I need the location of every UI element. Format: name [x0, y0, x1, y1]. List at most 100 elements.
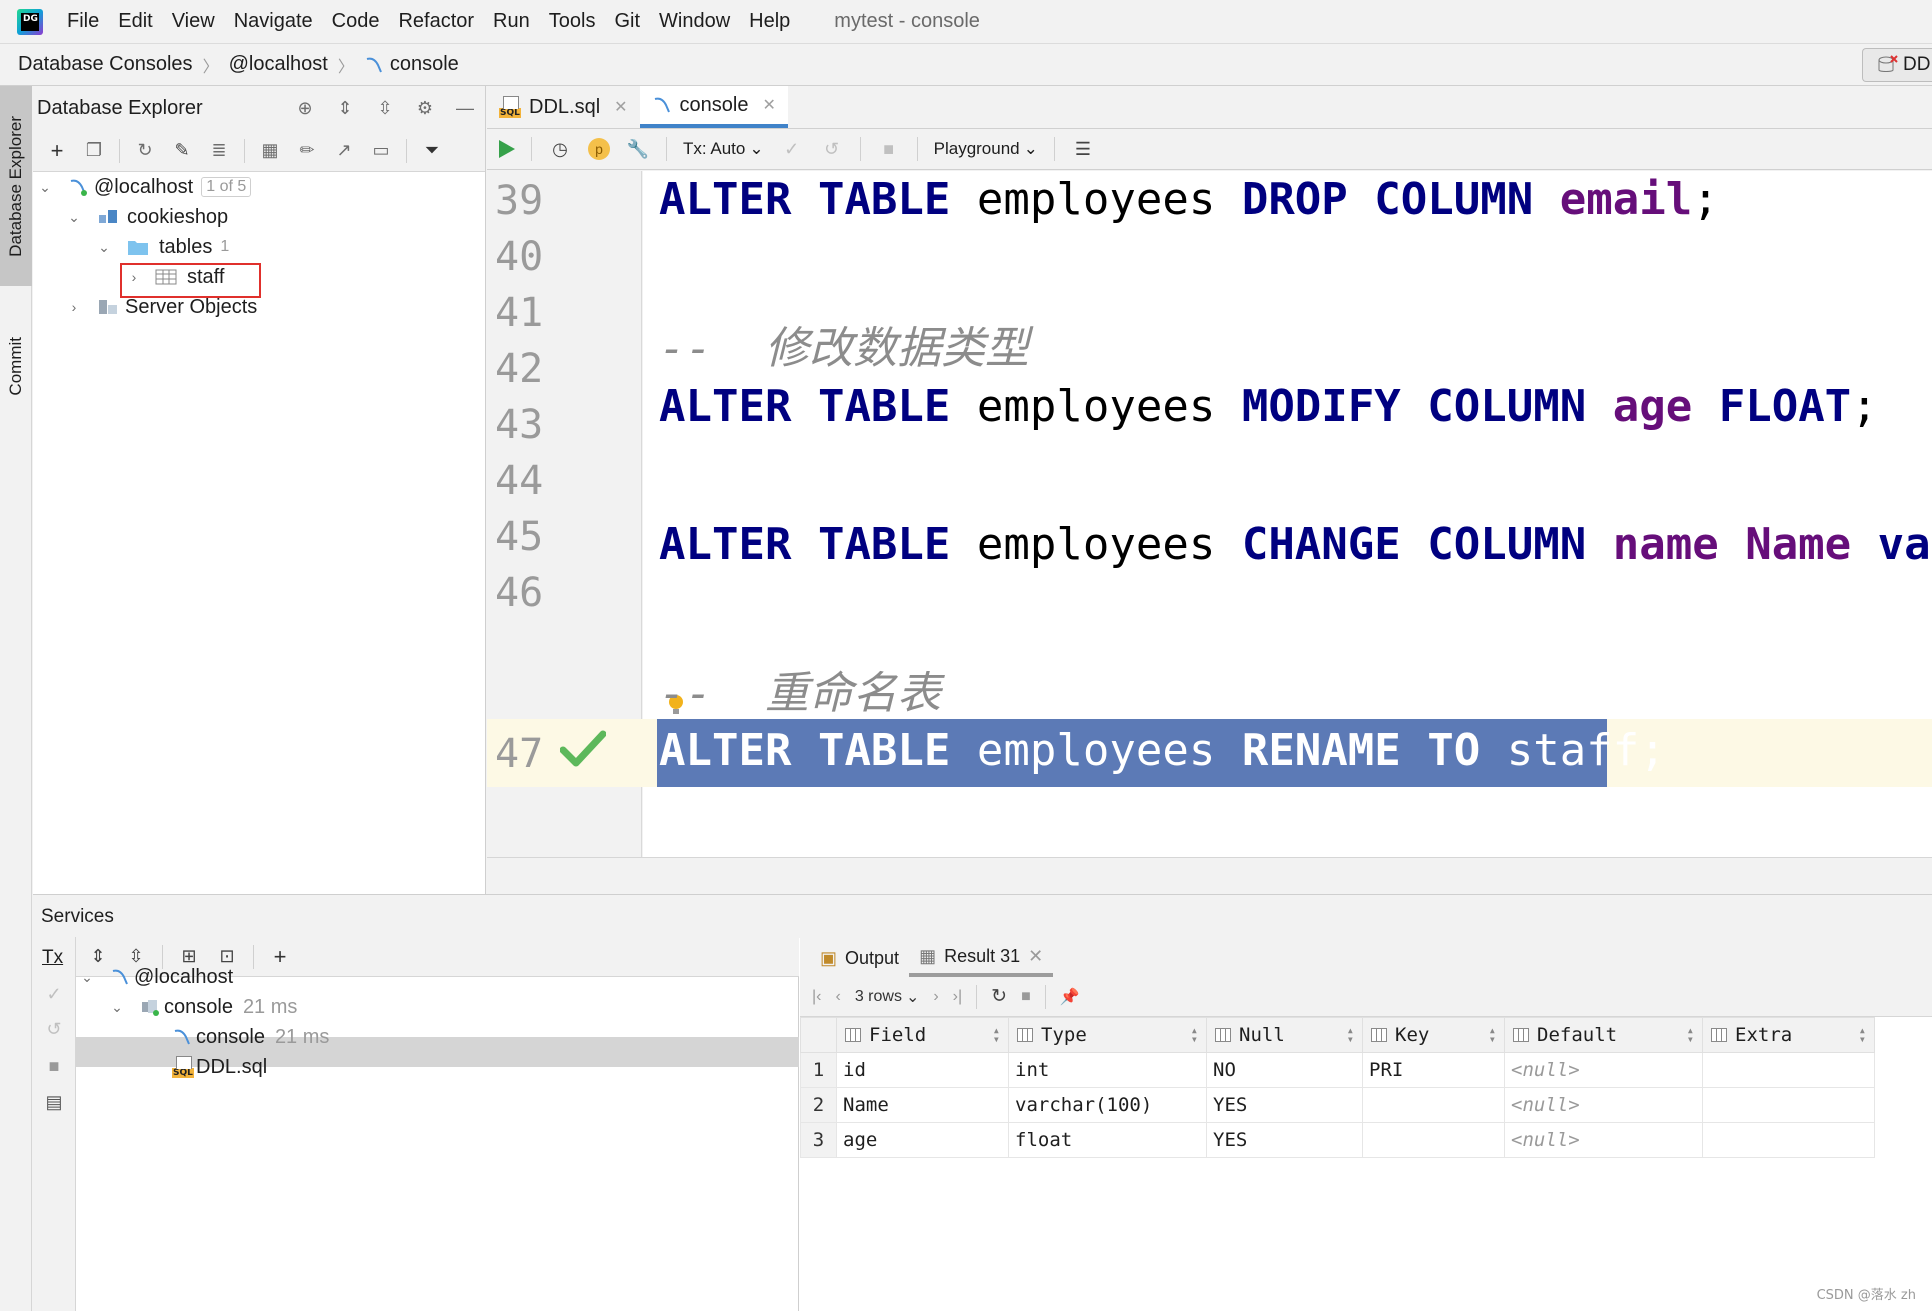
sort-icon[interactable]: ▴ ▾ [1347, 1024, 1354, 1045]
stop-icon[interactable]: ■ [1021, 988, 1031, 1006]
expand-all-icon[interactable]: ⇕ [333, 96, 357, 120]
stop-icon[interactable]: ■ [877, 137, 901, 161]
table-cell[interactable]: float [1008, 1122, 1207, 1158]
column-header-null[interactable]: Null ▴ ▾ [1206, 1017, 1363, 1053]
refresh-icon[interactable]: ↻ [991, 985, 1007, 1008]
sort-icon[interactable]: ▴ ▾ [1859, 1024, 1866, 1045]
service-node-localhost[interactable]: ⌄ @localhost [80, 962, 233, 992]
sort-icon[interactable]: ▴ ▾ [1191, 1024, 1198, 1045]
row-count-dropdown[interactable]: 3 rows ⌄ [855, 987, 920, 1007]
close-icon[interactable]: ✕ [614, 97, 627, 117]
previous-page-icon[interactable]: ‹ [835, 988, 840, 1006]
sort-icon[interactable]: ▴ ▾ [1687, 1024, 1694, 1045]
close-icon[interactable]: ✕ [762, 95, 775, 115]
copy-icon[interactable]: ❐ [82, 139, 106, 163]
ddl-data-source-button[interactable]: DD [1862, 48, 1932, 82]
menu-edit[interactable]: Edit [118, 10, 152, 33]
menu-git[interactable]: Git [614, 10, 640, 33]
table-cell[interactable]: Name [836, 1087, 1009, 1123]
column-header-key[interactable]: Key ▴ ▾ [1362, 1017, 1505, 1053]
tool-tab-database-explorer[interactable]: Database Explorer [0, 86, 32, 286]
column-header-extra[interactable]: Extra ▴ ▾ [1702, 1017, 1875, 1053]
tree-node-tables[interactable]: ⌄ tables 1 [97, 232, 229, 262]
service-node-console[interactable]: console 21 ms [172, 1022, 329, 1052]
column-header-type[interactable]: Type ▴ ▾ [1008, 1017, 1207, 1053]
close-icon[interactable]: ✕ [1028, 946, 1043, 967]
table-row[interactable]: 3 age float YES <null> [800, 1122, 1875, 1158]
history-clock-icon[interactable]: ◷ [548, 137, 572, 161]
breadcrumb-database-consoles[interactable]: Database Consoles [18, 53, 193, 76]
layout-icon[interactable]: ▤ [42, 1090, 66, 1114]
tx-label[interactable]: Tx [42, 947, 63, 969]
rollback-icon[interactable]: ↺ [820, 137, 844, 161]
pin-icon[interactable]: 📌 [1060, 987, 1080, 1007]
menu-help[interactable]: Help [749, 10, 790, 33]
minimize-icon[interactable]: — [453, 96, 477, 120]
commit-check-icon[interactable]: ✓ [780, 137, 804, 161]
table-cell[interactable]: varchar(100) [1008, 1087, 1207, 1123]
add-icon[interactable]: + [268, 944, 292, 969]
tree-node-cookieshop[interactable]: ⌄ cookieshop [67, 202, 228, 232]
database-stack-icon[interactable]: ≣ [207, 139, 231, 163]
table-cell[interactable]: <null> [1504, 1087, 1703, 1123]
tab-ddl-sql[interactable]: DDL.sql ✕ [487, 86, 640, 128]
collapse-all-icon[interactable]: ⇳ [373, 96, 397, 120]
editor-horizontal-scrollbar[interactable] [487, 857, 1932, 894]
table-cell[interactable] [1702, 1122, 1875, 1158]
table-cell[interactable]: YES [1206, 1087, 1363, 1123]
menu-view[interactable]: View [172, 10, 215, 33]
schema-edit-icon[interactable]: ✎ [170, 139, 194, 163]
transaction-mode-dropdown[interactable]: Tx: Auto ⌄ [683, 139, 764, 159]
table-cell[interactable] [1362, 1087, 1505, 1123]
service-node-session[interactable]: ⌄ console 21 ms [110, 992, 297, 1022]
tool-tab-commit[interactable]: Commit [0, 296, 32, 436]
menu-run[interactable]: Run [493, 10, 530, 33]
tree-node-server-objects[interactable]: › Server Objects [67, 292, 258, 322]
table-row[interactable]: 1 id int NO PRI <null> [800, 1052, 1875, 1088]
table-row[interactable]: 2 Name varchar(100) YES <null> [800, 1087, 1875, 1123]
stop-icon[interactable]: ■ [42, 1054, 66, 1078]
locate-icon[interactable]: ⊕ [293, 96, 317, 120]
jump-icon[interactable]: ↗ [332, 139, 356, 163]
gear-icon[interactable]: ⚙ [413, 96, 437, 120]
add-icon[interactable]: + [45, 138, 69, 163]
first-page-icon[interactable]: |‹ [812, 988, 821, 1006]
rollback-icon[interactable]: ↺ [42, 1017, 66, 1041]
table-cell[interactable]: <null> [1504, 1122, 1703, 1158]
query-console-icon[interactable]: ▭ [369, 139, 393, 163]
menu-code[interactable]: Code [332, 10, 380, 33]
breadcrumb-console[interactable]: console [390, 53, 459, 76]
wrench-icon[interactable]: 🔧 [626, 137, 650, 161]
output-table-icon[interactable]: ☰ [1071, 137, 1095, 161]
menu-window[interactable]: Window [659, 10, 730, 33]
execute-icon[interactable] [499, 140, 515, 158]
menu-navigate[interactable]: Navigate [234, 10, 313, 33]
menu-tools[interactable]: Tools [549, 10, 596, 33]
edit-pencil-icon[interactable]: ✏ [295, 139, 319, 163]
service-node-ddl-sql[interactable]: DDL.sql [172, 1052, 267, 1082]
sort-icon[interactable]: ▴ ▾ [993, 1024, 1000, 1045]
menu-file[interactable]: File [67, 10, 99, 33]
filter-icon[interactable]: ⏷ [420, 139, 444, 163]
table-cell[interactable] [1362, 1122, 1505, 1158]
table-cell[interactable]: NO [1206, 1052, 1363, 1088]
tab-console[interactable]: console ✕ [639, 86, 788, 128]
table-cell[interactable]: int [1008, 1052, 1207, 1088]
table-cell[interactable]: YES [1206, 1122, 1363, 1158]
table-cell[interactable] [1702, 1087, 1875, 1123]
parameters-icon[interactable]: p [588, 138, 610, 160]
table-cell[interactable]: id [836, 1052, 1009, 1088]
menu-refactor[interactable]: Refactor [398, 10, 474, 33]
commit-check-icon[interactable]: ✓ [42, 982, 66, 1006]
table-cell[interactable]: age [836, 1122, 1009, 1158]
tab-output[interactable]: ▣ Output [810, 939, 909, 977]
refresh-icon[interactable]: ↻ [133, 139, 157, 163]
table-icon[interactable]: ▦ [258, 139, 282, 163]
column-header-field[interactable]: Field ▴ ▾ [836, 1017, 1009, 1053]
breadcrumb-localhost[interactable]: @localhost [229, 53, 328, 76]
table-cell[interactable] [1702, 1052, 1875, 1088]
last-page-icon[interactable]: ›| [953, 988, 962, 1006]
tree-node-localhost[interactable]: ⌄ @localhost 1 of 5 [38, 172, 252, 202]
playground-dropdown[interactable]: Playground ⌄ [934, 139, 1038, 159]
sort-icon[interactable]: ▴ ▾ [1489, 1024, 1496, 1045]
